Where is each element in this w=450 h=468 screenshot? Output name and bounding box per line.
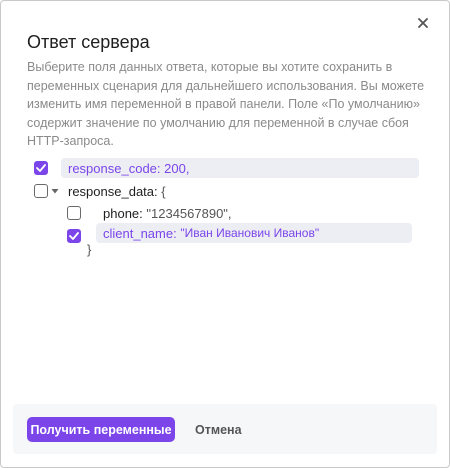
close-button[interactable]: [413, 13, 433, 33]
checkbox-client-name[interactable]: [67, 229, 81, 243]
field-key: client_name:: [103, 225, 177, 241]
dialog-description: Выберите поля данных ответа, которые вы …: [27, 60, 425, 148]
checkbox-response-data[interactable]: [34, 184, 48, 198]
checkbox-phone[interactable]: [67, 206, 81, 220]
close-icon: [418, 18, 428, 28]
field-response-code: response_code: 200,: [68, 158, 189, 178]
dialog-title: Ответ сервера: [27, 32, 150, 52]
field-key: phone:: [103, 205, 143, 221]
checkbox-response-code[interactable]: [34, 161, 48, 175]
caret-down-icon[interactable]: [50, 186, 60, 196]
check-icon: [69, 232, 79, 240]
field-value: 200,: [164, 160, 190, 176]
dialog-footer: Получить переменные Отмена: [13, 404, 437, 454]
field-value: "1234567890",: [146, 205, 232, 221]
field-response-data: response_data: {: [68, 181, 166, 201]
server-response-dialog: Ответ сервера Выберите поля данных ответ…: [0, 0, 450, 468]
get-variables-button[interactable]: Получить переменные: [27, 417, 175, 442]
check-icon: [36, 164, 46, 172]
close-brace-text: }: [87, 241, 92, 257]
field-value: "Иван Иванович Иванов": [180, 226, 320, 240]
field-key: response_data:: [68, 183, 158, 199]
open-brace: {: [161, 183, 166, 199]
cancel-button[interactable]: Отмена: [189, 417, 248, 442]
field-key: response_code:: [68, 160, 161, 176]
close-brace: }: [87, 239, 91, 259]
field-phone: phone: "1234567890",: [103, 203, 232, 223]
field-client-name: client_name: "Иван Иванович Иванов": [103, 223, 319, 243]
